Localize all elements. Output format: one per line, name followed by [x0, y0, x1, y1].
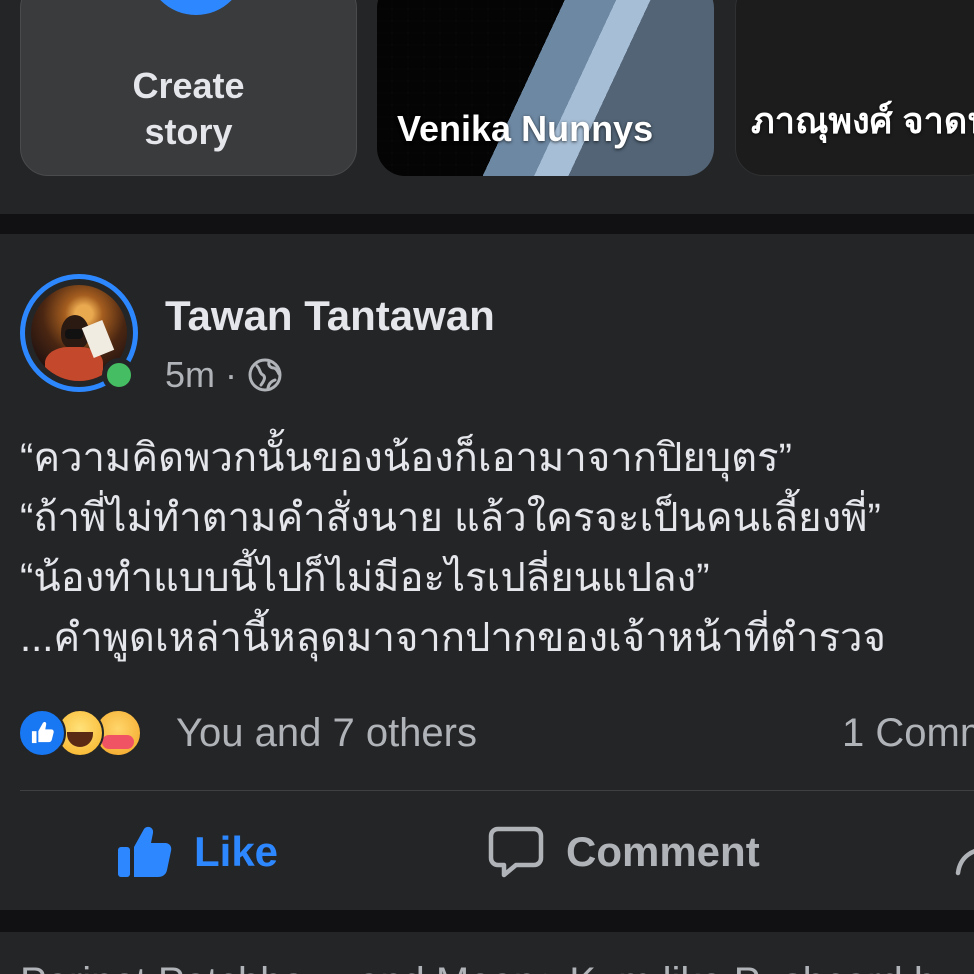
- feed-post: Tawan Tantawan 5m · “ความคิดพวกนั้นของน้…: [0, 234, 974, 910]
- online-status-dot: [102, 358, 136, 392]
- next-post-header[interactable]: Parinot Patchhouy and Meang Kum like Pus…: [20, 960, 956, 974]
- post-meta: 5m ·: [165, 354, 283, 396]
- action-divider: [20, 790, 974, 791]
- facebook-feed: Create story Venika Nunnys ภาณุพงศ์ จาดน…: [0, 0, 974, 974]
- globe-icon[interactable]: [247, 357, 283, 393]
- feed-separator: [0, 910, 974, 932]
- stories-tray: Create story Venika Nunnys ภาณุพงศ์ จาดน…: [0, 0, 974, 214]
- avatar-face-mask: [65, 329, 83, 339]
- share-button[interactable]: [954, 820, 974, 884]
- comment-label: Comment: [566, 828, 760, 875]
- like-icon: [18, 709, 66, 757]
- next-feed-post: Parinot Patchhouy and Meang Kum like Pus…: [0, 932, 974, 974]
- story-author-name: Venika Nunnys: [397, 108, 654, 149]
- story-author-name: ภาณุพงศ์ จาดนอก: [751, 100, 974, 141]
- reaction-icons[interactable]: [18, 708, 142, 758]
- plus-icon[interactable]: [146, 0, 246, 15]
- comment-count[interactable]: 1 Comment: [842, 708, 974, 758]
- meta-separator: ·: [225, 354, 238, 395]
- share-arrow-icon: [955, 849, 974, 876]
- post-text-line: “ความคิดพวกนั้นของน้องก็เอามาจากปิยบุตร”: [20, 436, 792, 480]
- create-story-card[interactable]: Create story: [20, 0, 357, 176]
- post-text-line: “น้องทำแบบนี้ไปก็ไม่มีอะไรเปลี่ยนแปลง”: [20, 556, 710, 600]
- reaction-summary[interactable]: You and 7 others: [176, 708, 477, 758]
- like-button[interactable]: Like: [116, 820, 278, 884]
- feed-separator: [0, 214, 974, 234]
- post-body: “ความคิดพวกนั้นของน้องก็เอามาจากปิยบุตร”…: [20, 428, 960, 668]
- post-text-line: “ถ้าพี่ไม่ทำตามคำสั่งนาย แล้วใครจะเป็นคน…: [20, 496, 881, 540]
- comment-bubble-icon: [488, 826, 544, 878]
- story-card-phanuphong[interactable]: ภาณุพงศ์ จาดนอก: [735, 0, 974, 176]
- post-text-line: ...คำพูดเหล่านี้หลุดมาจากปากของเจ้าหน้าท…: [20, 616, 886, 660]
- post-author-name[interactable]: Tawan Tantawan: [165, 292, 495, 340]
- create-story-label: Create story: [132, 65, 245, 152]
- like-label: Like: [194, 828, 279, 875]
- thumbs-up-icon: [118, 826, 172, 877]
- comment-button[interactable]: Comment: [488, 820, 760, 884]
- post-timestamp[interactable]: 5m: [165, 354, 215, 396]
- story-card-venika[interactable]: Venika Nunnys: [377, 0, 714, 176]
